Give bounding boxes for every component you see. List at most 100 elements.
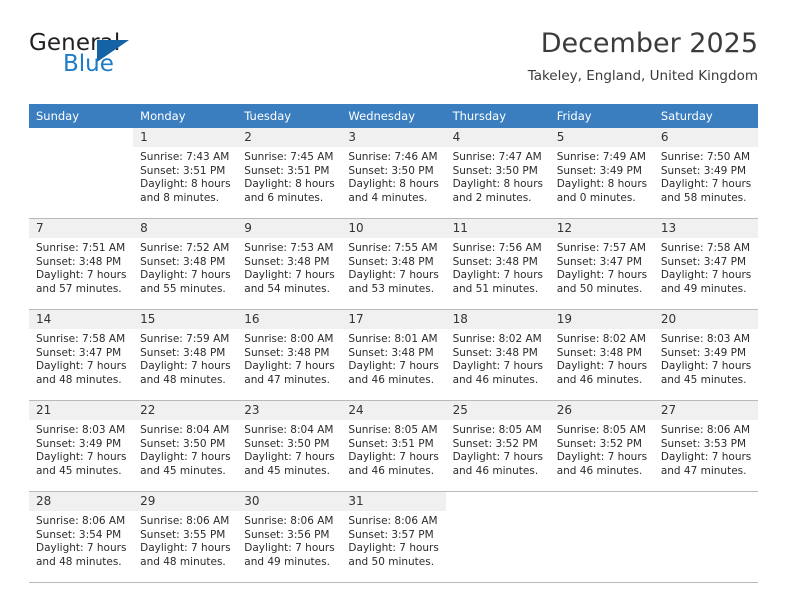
daylight-minutes: and 2 minutes. bbox=[452, 191, 532, 204]
daylight-minutes: and 50 minutes. bbox=[556, 282, 643, 295]
day-detail-lines: Sunrise: 7:58 AM Sunset: 3:47 PM Daylight:… bbox=[29, 329, 133, 387]
day-number: 30 bbox=[237, 492, 342, 511]
day-detail-lines bbox=[654, 511, 758, 515]
calendar-day-cell[interactable]: 24 Sunrise: 8:05 AM Sunset: 3:51 PM Dayligh… bbox=[341, 400, 446, 492]
daylight-hours: Daylight: 8 hours bbox=[556, 178, 648, 190]
daylight-minutes: and 6 minutes. bbox=[244, 191, 324, 204]
sunrise-time: Sunrise: 8:06 AM bbox=[660, 424, 751, 436]
day-number bbox=[653, 492, 758, 511]
day-number: 7 bbox=[29, 219, 134, 238]
calendar-day-cell[interactable]: 15 Sunrise: 7:59 AM Sunset: 3:48 PM Dayligh… bbox=[133, 309, 238, 401]
calendar-day-cell[interactable]: 5 Sunrise: 7:49 AM Sunset: 3:49 PM Daylight… bbox=[549, 128, 654, 219]
calendar-day-cell[interactable]: 9 Sunrise: 7:53 AM Sunset: 3:48 PM Daylight… bbox=[237, 218, 342, 310]
calendar-day-cell[interactable]: 12 Sunrise: 7:57 AM Sunset: 3:47 PM Dayligh… bbox=[549, 218, 654, 310]
sunrise-time: Sunrise: 8:06 AM bbox=[348, 515, 438, 527]
calendar-day-cell[interactable]: 11 Sunrise: 7:56 AM Sunset: 3:48 PM Dayligh… bbox=[445, 218, 550, 310]
calendar-day-cell[interactable]: 7 Sunrise: 7:51 AM Sunset: 3:48 PM Daylight… bbox=[29, 218, 134, 310]
sunset-time: Sunset: 3:50 PM bbox=[348, 164, 434, 177]
daylight-hours: Daylight: 7 hours bbox=[660, 269, 752, 281]
calendar-day-cell[interactable]: 21 Sunrise: 8:03 AM Sunset: 3:49 PM Dayligh… bbox=[29, 400, 134, 492]
weekday-header-row: Sunday Monday Tuesday Wednesday Thursday… bbox=[29, 104, 758, 128]
daylight-hours: Daylight: 8 hours bbox=[348, 178, 439, 190]
day-number: 19 bbox=[549, 310, 654, 329]
calendar-day-cell[interactable]: 16 Sunrise: 8:00 AM Sunset: 3:48 PM Dayligh… bbox=[237, 309, 342, 401]
daylight-minutes: and 47 minutes. bbox=[244, 373, 330, 386]
day-detail-lines: Sunrise: 8:02 AM Sunset: 3:48 PM Daylight:… bbox=[446, 329, 550, 387]
daylight-minutes: and 46 minutes. bbox=[348, 373, 435, 386]
calendar-day-cell[interactable]: 29 Sunrise: 8:06 AM Sunset: 3:55 PM Dayligh… bbox=[133, 491, 238, 583]
calendar-day-cell[interactable]: 14 Sunrise: 7:58 AM Sunset: 3:47 PM Dayligh… bbox=[29, 309, 134, 401]
calendar-day-cell[interactable]: 17 Sunrise: 8:01 AM Sunset: 3:48 PM Dayligh… bbox=[341, 309, 446, 401]
sunset-time: Sunset: 3:50 PM bbox=[140, 437, 226, 450]
daylight-minutes: and 48 minutes. bbox=[140, 373, 226, 386]
calendar-day-cell[interactable]: 28 Sunrise: 8:06 AM Sunset: 3:54 PM Dayligh… bbox=[29, 491, 134, 583]
daylight-hours: Daylight: 7 hours bbox=[244, 451, 335, 463]
sunrise-time: Sunrise: 7:43 AM bbox=[140, 151, 230, 163]
calendar-day-cell[interactable]: 26 Sunrise: 8:05 AM Sunset: 3:52 PM Dayligh… bbox=[549, 400, 654, 492]
calendar-day-cell[interactable]: 20 Sunrise: 8:03 AM Sunset: 3:49 PM Dayligh… bbox=[653, 309, 758, 401]
title-block: December 2025 Takeley, England, United K… bbox=[528, 28, 758, 86]
calendar-day-cell[interactable]: 18 Sunrise: 8:02 AM Sunset: 3:48 PM Dayligh… bbox=[445, 309, 550, 401]
day-cell-inner bbox=[549, 492, 654, 582]
day-number: 14 bbox=[29, 310, 134, 329]
daylight-hours: Daylight: 7 hours bbox=[348, 451, 439, 463]
calendar-week-row: 21 Sunrise: 8:03 AM Sunset: 3:49 PM Dayligh… bbox=[29, 400, 758, 492]
day-number: 21 bbox=[29, 401, 134, 420]
daylight-hours: Daylight: 7 hours bbox=[140, 360, 231, 372]
calendar-day-cell[interactable]: 19 Sunrise: 8:02 AM Sunset: 3:48 PM Dayligh… bbox=[549, 309, 654, 401]
daylight-hours: Daylight: 7 hours bbox=[452, 269, 543, 281]
daylight-minutes: and 46 minutes. bbox=[452, 464, 539, 477]
day-detail-lines: Sunrise: 7:43 AM Sunset: 3:51 PM Daylight:… bbox=[133, 147, 237, 205]
weekday-header-wednesday: Wednesday bbox=[341, 104, 446, 128]
day-number: 26 bbox=[549, 401, 654, 420]
day-cell-inner: 8 Sunrise: 7:52 AM Sunset: 3:48 PM Daylight… bbox=[133, 219, 238, 309]
sunset-time: Sunset: 3:57 PM bbox=[348, 528, 434, 541]
day-number: 31 bbox=[341, 492, 446, 511]
daylight-hours: Daylight: 7 hours bbox=[36, 269, 127, 281]
calendar-day-cell[interactable]: 8 Sunrise: 7:52 AM Sunset: 3:48 PM Daylight… bbox=[133, 218, 238, 310]
daylight-hours: Daylight: 7 hours bbox=[660, 360, 752, 372]
calendar-day-cell[interactable]: 13 Sunrise: 7:58 AM Sunset: 3:47 PM Dayligh… bbox=[653, 218, 758, 310]
day-detail-lines: Sunrise: 7:58 AM Sunset: 3:47 PM Daylight:… bbox=[654, 238, 758, 296]
calendar-day-cell[interactable]: 23 Sunrise: 8:04 AM Sunset: 3:50 PM Dayligh… bbox=[237, 400, 342, 492]
day-number: 28 bbox=[29, 492, 134, 511]
day-detail-lines: Sunrise: 7:57 AM Sunset: 3:47 PM Daylight:… bbox=[550, 238, 654, 296]
day-cell-inner bbox=[653, 492, 758, 582]
day-number: 13 bbox=[653, 219, 758, 238]
calendar-week-row: 14 Sunrise: 7:58 AM Sunset: 3:47 PM Dayligh… bbox=[29, 309, 758, 401]
day-number: 8 bbox=[133, 219, 238, 238]
weekday-header-sunday: Sunday bbox=[29, 104, 134, 128]
calendar-day-cell[interactable]: 25 Sunrise: 8:05 AM Sunset: 3:52 PM Dayligh… bbox=[445, 400, 550, 492]
sunrise-time: Sunrise: 7:51 AM bbox=[36, 242, 126, 254]
day-detail-lines bbox=[550, 511, 654, 515]
sunrise-time: Sunrise: 7:45 AM bbox=[244, 151, 334, 163]
day-cell-inner: 15 Sunrise: 7:59 AM Sunset: 3:48 PM Dayligh… bbox=[133, 310, 238, 400]
calendar-day-cell[interactable]: 2 Sunrise: 7:45 AM Sunset: 3:51 PM Daylight… bbox=[237, 128, 342, 219]
daylight-hours: Daylight: 7 hours bbox=[140, 269, 231, 281]
calendar-day-cell[interactable]: 1 Sunrise: 7:43 AM Sunset: 3:51 PM Daylight… bbox=[133, 128, 238, 219]
sunrise-time: Sunrise: 7:59 AM bbox=[140, 333, 230, 345]
calendar-day-cell[interactable]: 10 Sunrise: 7:55 AM Sunset: 3:48 PM Dayligh… bbox=[341, 218, 446, 310]
calendar-day-cell[interactable]: 4 Sunrise: 7:47 AM Sunset: 3:50 PM Daylight… bbox=[445, 128, 550, 219]
calendar-day-cell[interactable]: 3 Sunrise: 7:46 AM Sunset: 3:50 PM Daylight… bbox=[341, 128, 446, 219]
sunrise-time: Sunrise: 8:05 AM bbox=[452, 424, 542, 436]
sunset-time: Sunset: 3:48 PM bbox=[244, 255, 330, 268]
day-number: 1 bbox=[133, 128, 238, 147]
sunrise-time: Sunrise: 7:52 AM bbox=[140, 242, 230, 254]
day-number: 9 bbox=[237, 219, 342, 238]
sunset-time: Sunset: 3:51 PM bbox=[140, 164, 226, 177]
calendar-cell-empty bbox=[445, 491, 550, 583]
calendar-day-cell[interactable]: 30 Sunrise: 8:06 AM Sunset: 3:56 PM Dayligh… bbox=[237, 491, 342, 583]
calendar-day-cell[interactable]: 6 Sunrise: 7:50 AM Sunset: 3:49 PM Daylight… bbox=[653, 128, 758, 219]
day-number: 4 bbox=[445, 128, 550, 147]
calendar-day-cell[interactable]: 31 Sunrise: 8:06 AM Sunset: 3:57 PM Dayligh… bbox=[341, 491, 446, 583]
sunrise-time: Sunrise: 7:53 AM bbox=[244, 242, 334, 254]
sunrise-time: Sunrise: 8:06 AM bbox=[36, 515, 126, 527]
day-cell-inner: 13 Sunrise: 7:58 AM Sunset: 3:47 PM Dayligh… bbox=[653, 219, 758, 309]
calendar-day-cell[interactable]: 27 Sunrise: 8:06 AM Sunset: 3:53 PM Dayligh… bbox=[653, 400, 758, 492]
daylight-hours: Daylight: 7 hours bbox=[244, 542, 335, 554]
calendar-day-cell[interactable]: 22 Sunrise: 8:04 AM Sunset: 3:50 PM Dayligh… bbox=[133, 400, 238, 492]
day-number: 6 bbox=[653, 128, 758, 147]
sunset-time: Sunset: 3:51 PM bbox=[348, 437, 434, 450]
sunset-time: Sunset: 3:49 PM bbox=[660, 346, 747, 359]
